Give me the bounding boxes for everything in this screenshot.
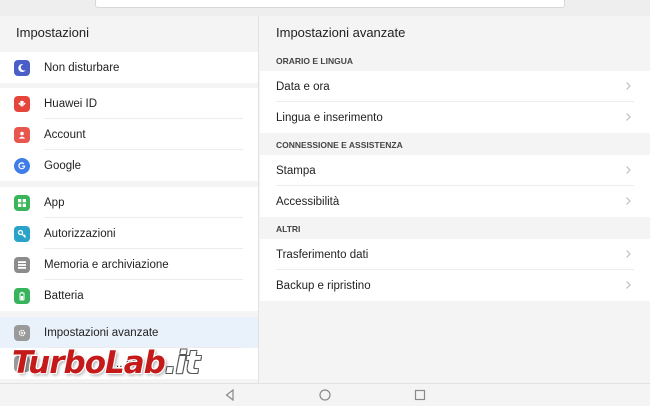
turbolab-watermark: TurboLab.it (12, 345, 237, 385)
settings-item-label: Stampa (276, 164, 316, 177)
settings-item-label: Accessibilità (276, 195, 340, 208)
home-icon[interactable] (318, 388, 332, 402)
section-header-altri: ALTRI (260, 219, 650, 239)
section-header-label: ORARIO E LINGUA (276, 56, 353, 66)
key-icon (14, 225, 30, 242)
top-search-area (0, 0, 650, 16)
menu-item-app[interactable]: App (0, 187, 258, 218)
section-header-connessione: CONNESSIONE E ASSISTENZA (260, 135, 650, 155)
chevron-right-icon (626, 82, 631, 90)
menu-item-label: Autorizzazioni (44, 227, 116, 240)
advanced-settings-pane: Impostazioni avanzate ORARIO E LINGUA Da… (260, 16, 650, 383)
recents-icon[interactable] (413, 388, 427, 402)
battery-icon (14, 287, 30, 304)
settings-item-label: Trasferimento dati (276, 248, 369, 261)
settings-menu-pane: Impostazioni Non disturbare Huawei ID Ac… (0, 16, 259, 383)
menu-item-label: Google (44, 159, 82, 172)
settings-item-stampa[interactable]: Stampa (260, 155, 650, 186)
huawei-icon (14, 95, 30, 112)
chevron-right-icon (626, 250, 631, 258)
settings-item-backup[interactable]: Backup e ripristino (260, 270, 650, 301)
section-header-orario: ORARIO E LINGUA (260, 51, 650, 71)
search-input[interactable] (95, 0, 565, 8)
settings-item-label: Backup e ripristino (276, 279, 371, 292)
menu-item-memoria[interactable]: Memoria e archiviazione (0, 249, 258, 280)
menu-item-label: Huawei ID (44, 97, 98, 110)
settings-item-label: Lingua e inserimento (276, 111, 383, 124)
menu-item-impostazioni-avanzate[interactable]: Impostazioni avanzate (0, 317, 258, 348)
watermark-main: TurboLab (12, 345, 166, 381)
watermark-text: TurboLab.it (12, 345, 200, 381)
menu-group-1: Non disturbare (0, 52, 258, 83)
menu-item-google[interactable]: Google (0, 150, 258, 181)
navigation-bar (0, 383, 650, 406)
settings-window: Impostazioni Non disturbare Huawei ID Ac… (0, 0, 650, 406)
gear-icon (14, 324, 30, 341)
account-icon (14, 126, 30, 143)
menu-item-label: Batteria (44, 289, 84, 302)
settings-item-trasferimento[interactable]: Trasferimento dati (260, 239, 650, 270)
menu-item-label: Impostazioni avanzate (44, 326, 159, 339)
section-header-label: ALTRI (276, 224, 301, 234)
menu-item-autorizzazioni[interactable]: Autorizzazioni (0, 218, 258, 249)
menu-item-label: Non disturbare (44, 61, 120, 74)
menu-group-2: Huawei ID Account Google (0, 88, 258, 181)
chevron-right-icon (626, 197, 631, 205)
moon-icon (14, 59, 30, 76)
menu-item-account[interactable]: Account (0, 119, 258, 150)
app-grid-icon (14, 194, 30, 211)
chevron-right-icon (626, 166, 631, 174)
left-pane-title: Impostazioni (16, 25, 89, 40)
section-header-label: CONNESSIONE E ASSISTENZA (276, 140, 403, 150)
settings-item-accessibilita[interactable]: Accessibilità (260, 186, 650, 217)
chevron-right-icon (626, 113, 631, 121)
menu-item-label: Account (44, 128, 86, 141)
menu-item-huawei-id[interactable]: Huawei ID (0, 88, 258, 119)
google-icon (14, 157, 30, 174)
watermark-tail: .it (164, 345, 200, 381)
section-group-connessione: Stampa Accessibilità (260, 155, 650, 217)
menu-group-3: App Autorizzazioni Memoria e archiviazio… (0, 187, 258, 311)
menu-item-non-disturbare[interactable]: Non disturbare (0, 52, 258, 83)
storage-icon (14, 256, 30, 273)
right-pane-title: Impostazioni avanzate (276, 25, 406, 40)
settings-item-data-ora[interactable]: Data e ora (260, 71, 650, 102)
section-group-orario: Data e ora Lingua e inserimento (260, 71, 650, 133)
settings-item-lingua[interactable]: Lingua e inserimento (260, 102, 650, 133)
section-group-altri: Trasferimento dati Backup e ripristino (260, 239, 650, 301)
menu-item-label: Memoria e archiviazione (44, 258, 169, 271)
settings-item-label: Data e ora (276, 80, 330, 93)
back-icon[interactable] (223, 388, 237, 402)
menu-item-batteria[interactable]: Batteria (0, 280, 258, 311)
menu-item-label: App (44, 196, 65, 209)
chevron-right-icon (626, 281, 631, 289)
